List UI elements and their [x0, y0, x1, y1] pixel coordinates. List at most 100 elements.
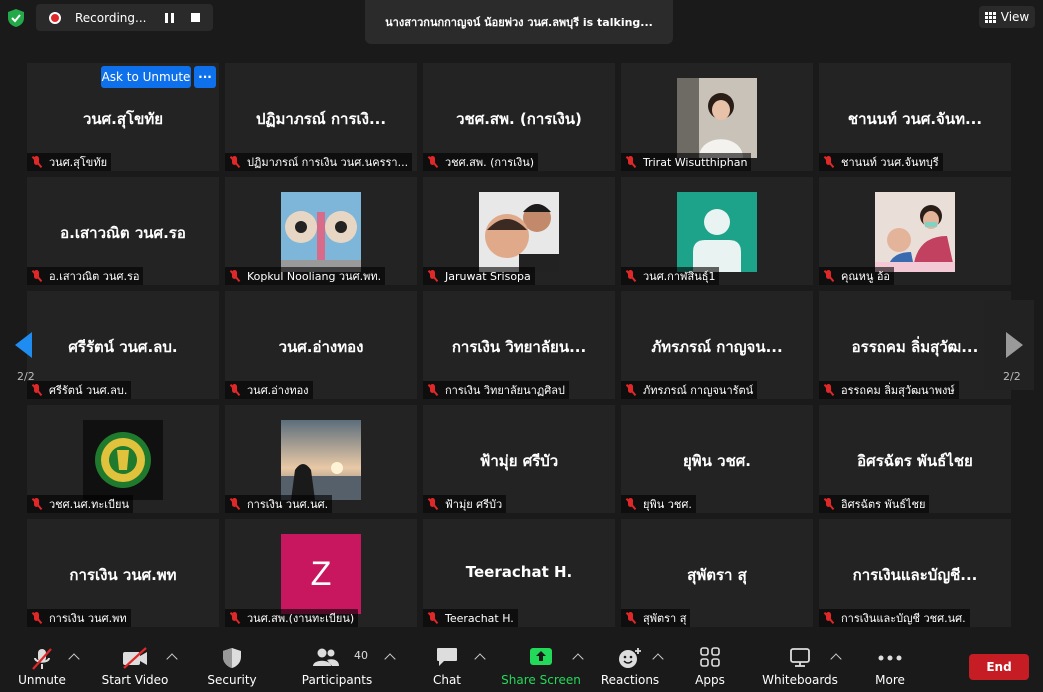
security-shield-icon — [223, 648, 241, 668]
participant-tile[interactable]: วชศ.นศ.ทะเบียน — [27, 405, 219, 513]
participant-tile[interactable]: การเงิน วิทยาลัยน... การเงิน วิทยาลัยนาฏศ… — [423, 291, 615, 399]
participant-tile[interactable]: วนศ.กาฬสินธุ์1 — [621, 177, 813, 285]
chat-chevron-up-icon[interactable] — [474, 653, 486, 665]
participant-name-text: ยุพิน วชศ. — [643, 498, 692, 511]
participant-tile[interactable]: ชานนท์ วนศ.จันท... ชานนท์ วนศ.จันทบุรี — [819, 63, 1011, 171]
microphone-muted-icon — [229, 156, 241, 168]
apps-icon — [700, 647, 720, 667]
participant-name-label: วนศ.กาฬสินธุ์1 — [621, 267, 720, 285]
participant-display-name: อ.เสาวณิต วนศ.รอ — [60, 224, 186, 242]
participant-name-label: วนศ.สพ.(งานทะเบียน) — [225, 609, 359, 627]
participant-tile[interactable]: อรรถคม ลิ่มสุวัฒ... อรรถคม ลิ่มสุวัฒนาพงษ… — [819, 291, 1011, 399]
participant-name-label: อรรถคม ลิ่มสุวัฒนาพงษ์ — [819, 381, 959, 399]
reactions-label: Reactions — [600, 673, 660, 687]
participants-count: 40 — [354, 649, 368, 662]
participant-tile[interactable]: Teerachat H. Teerachat H. — [423, 519, 615, 627]
participant-display-name: ปฏิมาภรณ์ การเงิ... — [255, 110, 387, 128]
microphone-muted-icon — [229, 612, 241, 624]
participant-tile[interactable]: วนศ.อ่างทอง วนศ.อ่างทอง — [225, 291, 417, 399]
participant-name-label: การเงิน วนศ.นศ. — [225, 495, 333, 513]
participants-button[interactable]: Participants — [302, 637, 372, 692]
participant-tile[interactable]: Jaruwat Srisopa — [423, 177, 615, 285]
participant-tile[interactable]: ภัทรภรณ์ กาญจน... ภัทรภรณ์ กาญจนารัตน์ — [621, 291, 813, 399]
participant-name-label: การเงินและบัญชี วชศ.นศ. — [819, 609, 970, 627]
participant-display-name: ศรีรัตน์ วนศ.ลบ. — [68, 338, 178, 356]
participant-name-label: อิศรฉัตร พันธ์ไชย — [819, 495, 930, 513]
participant-name-text: ศรีรัตน์ วนศ.ลบ. — [49, 384, 128, 397]
more-button[interactable]: More — [872, 637, 908, 692]
participant-tile[interactable]: ปฏิมาภรณ์ การเงิ... ปฏิมาภรณ์ การเงิน วนศ… — [225, 63, 417, 171]
participant-display-name: วชศ.สพ. (การเงิน) — [456, 110, 582, 128]
participant-display-name: ยุพิน วชศ. — [683, 452, 751, 470]
microphone-muted-icon — [625, 384, 637, 396]
microphone-muted-icon — [31, 612, 43, 624]
participants-chevron-up-icon[interactable] — [384, 653, 396, 665]
page-indicator-left: 2/2 — [17, 370, 35, 383]
participant-name-text: Teerachat H. — [445, 611, 514, 625]
microphone-muted-icon — [229, 270, 241, 282]
participant-tile[interactable]: การเงิน วนศ.นศ. — [225, 405, 417, 513]
share-screen-button[interactable]: Share Screen — [501, 637, 581, 692]
participant-tile[interactable]: อ.เสาวณิต วนศ.รอ อ.เสาวณิต วนศ.รอ — [27, 177, 219, 285]
participant-tile[interactable]: Z วนศ.สพ.(งานทะเบียน) — [225, 519, 417, 627]
participant-display-name: อิศรฉัตร พันธ์ไชย — [857, 452, 973, 470]
participant-name-text: ฟ้ามุ่ย ศรีบัว — [445, 498, 503, 511]
participant-display-name: วนศ.สุโขทัย — [82, 110, 164, 128]
participant-name-label: อ.เสาวณิต วนศ.รอ — [27, 267, 144, 285]
chat-label: Chat — [432, 673, 462, 687]
pause-recording-icon[interactable] — [165, 12, 175, 23]
participant-tile[interactable]: ยุพิน วชศ. ยุพิน วชศ. — [621, 405, 813, 513]
participant-more-button[interactable]: ··· — [194, 66, 216, 88]
microphone-muted-icon — [31, 498, 43, 510]
apps-label: Apps — [695, 673, 725, 687]
start-video-label: Start Video — [101, 673, 169, 687]
recording-label: Recording... — [75, 10, 147, 25]
ask-to-unmute-button[interactable]: Ask to Unmute — [101, 66, 191, 88]
start-video-button[interactable]: Start Video — [101, 637, 169, 692]
participant-name-label: Trirat Wisutthiphan — [621, 153, 752, 171]
participant-tile[interactable]: ศรีรัตน์ วนศ.ลบ. ศรีรัตน์ วนศ.ลบ. — [27, 291, 219, 399]
participant-tile[interactable]: ฟ้ามุ่ย ศรีบัว ฟ้ามุ่ย ศรีบัว — [423, 405, 615, 513]
audio-options-chevron-up-icon[interactable] — [68, 653, 80, 665]
chat-button[interactable]: Chat — [430, 637, 464, 692]
participant-display-name: การเงิน วนศ.พท — [69, 566, 177, 584]
participant-display-name: สุพัตรา สุ — [687, 566, 747, 584]
participant-name-label: การเงิน วนศ.พท — [27, 609, 131, 627]
shield-icon[interactable] — [8, 9, 24, 27]
stop-recording-icon[interactable] — [191, 13, 200, 22]
security-button[interactable]: Security — [206, 637, 258, 692]
participant-name-text: Kopkul Nooliang วนศ.พท. — [247, 270, 382, 283]
view-button[interactable]: View — [979, 6, 1035, 28]
microphone-muted-icon — [625, 612, 637, 624]
end-meeting-button[interactable]: End — [969, 654, 1029, 680]
participant-tile[interactable]: วชศ.สพ. (การเงิน) วชศ.สพ. (การเงิน) — [423, 63, 615, 171]
participant-name-text: Trirat Wisutthiphan — [643, 155, 748, 169]
apps-button[interactable]: Apps — [694, 637, 726, 692]
participant-tile[interactable]: Kopkul Nooliang วนศ.พท. — [225, 177, 417, 285]
participant-display-name: ฟ้ามุ่ย ศรีบัว — [479, 452, 559, 470]
participant-tile[interactable]: สุพัตรา สุ สุพัตรา สุ — [621, 519, 813, 627]
participant-display-name: การเงิน วิทยาลัยน... — [451, 338, 587, 356]
video-options-chevron-up-icon[interactable] — [166, 653, 178, 665]
participant-tile[interactable]: คุณหนู อ้อ — [819, 177, 1011, 285]
video-gallery: วนศ.สุโขทัย วนศ.สุโขทัย ปฏิมาภรณ์ การเงิ..… — [27, 63, 1012, 627]
microphone-muted-icon — [625, 156, 637, 168]
participant-tile[interactable]: อิศรฉัตร พันธ์ไชย อิศรฉัตร พันธ์ไชย — [819, 405, 1011, 513]
next-page-button[interactable]: 2/2 — [984, 300, 1034, 390]
active-speaker-banner: นางสาวกนกกาญจน์ น้อยพ่วง วนศ.ลพบุรี is t… — [365, 0, 673, 44]
share-screen-label: Share Screen — [501, 673, 581, 687]
previous-page-button[interactable]: 2/2 — [0, 300, 50, 390]
microphone-muted-icon — [31, 270, 43, 282]
participant-name-text: การเงินและบัญชี วชศ.นศ. — [841, 612, 966, 625]
unmute-button[interactable]: Unmute — [14, 637, 70, 692]
participant-name-text: อ.เสาวณิต วนศ.รอ — [49, 270, 140, 283]
participant-tile[interactable]: การเงิน วนศ.พท การเงิน วนศ.พท — [27, 519, 219, 627]
participant-name-text: Jaruwat Srisopa — [445, 269, 531, 283]
participant-tile[interactable]: Trirat Wisutthiphan — [621, 63, 813, 171]
whiteboards-button[interactable]: Whiteboards — [762, 637, 838, 692]
participant-name-label: ปฏิมาภรณ์ การเงิน วนศ.นครรา... — [225, 153, 413, 171]
participant-name-text: ปฏิมาภรณ์ การเงิน วนศ.นครรา... — [247, 156, 409, 169]
microphone-muted-icon — [427, 270, 439, 282]
participant-tile[interactable]: การเงินและบัญชี... การเงินและบัญชี วชศ.นศ… — [819, 519, 1011, 627]
reactions-button[interactable]: Reactions — [600, 637, 660, 692]
